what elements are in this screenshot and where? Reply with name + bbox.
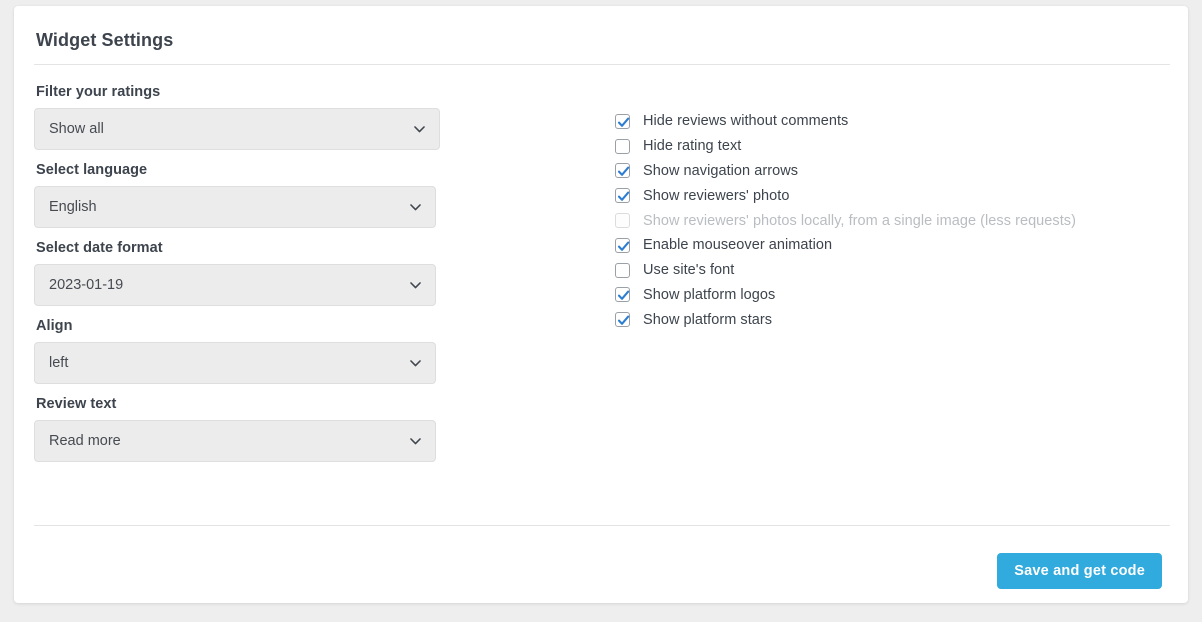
select-select-date-format[interactable]: 2023-01-19: [34, 264, 436, 306]
checkbox-checked-icon[interactable]: [615, 114, 630, 129]
label-filter-ratings: Filter your ratings: [36, 84, 464, 100]
label-review-text: Review text: [36, 396, 464, 412]
field-group-filter-ratings: Filter your ratings Show all: [34, 84, 464, 150]
option-label-show-platform-stars: Show platform stars: [643, 312, 772, 328]
checkbox-checked-icon[interactable]: [615, 312, 630, 327]
option-row-show-reviewers-photo[interactable]: Show reviewers' photo: [615, 183, 1155, 208]
option-row-enable-mouseover-animation[interactable]: Enable mouseover animation: [615, 233, 1155, 258]
option-label-hide-rating-text: Hide rating text: [643, 138, 741, 154]
field-group-align: Align left: [34, 318, 464, 384]
checkbox-unchecked-icon[interactable]: [615, 263, 630, 278]
widget-settings-card: Widget Settings Filter your ratings Show …: [14, 6, 1188, 603]
settings-left-column: Filter your ratings Show all Select langua…: [34, 84, 464, 474]
select-value-select-date-format: 2023-01-19: [49, 265, 123, 305]
chevron-down-icon: [414, 126, 425, 133]
option-row-show-platform-logos[interactable]: Show platform logos: [615, 283, 1155, 308]
checkbox-unchecked-icon: [615, 213, 630, 228]
option-label-hide-reviews-without-comments: Hide reviews without comments: [643, 113, 848, 129]
label-select-language: Select language: [36, 162, 464, 178]
option-label-enable-mouseover-animation: Enable mouseover animation: [643, 237, 832, 253]
option-row-show-platform-stars[interactable]: Show platform stars: [615, 307, 1155, 332]
option-label-show-platform-logos: Show platform logos: [643, 287, 775, 303]
chevron-down-icon: [410, 282, 421, 289]
field-group-select-language: Select language English: [34, 162, 464, 228]
footer-divider: [34, 525, 1170, 526]
option-label-show-reviewers-photos-locally: Show reviewers' photos locally, from a s…: [643, 213, 1076, 229]
option-row-show-navigation-arrows[interactable]: Show navigation arrows: [615, 159, 1155, 184]
page-title: Widget Settings: [36, 30, 173, 51]
label-align: Align: [36, 318, 464, 334]
checkbox-checked-icon[interactable]: [615, 163, 630, 178]
select-value-select-language: English: [49, 187, 97, 227]
select-value-review-text: Read more: [49, 421, 121, 461]
select-align[interactable]: left: [34, 342, 436, 384]
option-label-show-reviewers-photo: Show reviewers' photo: [643, 188, 789, 204]
checkbox-unchecked-icon[interactable]: [615, 139, 630, 154]
option-row-show-reviewers-photos-locally: Show reviewers' photos locally, from a s…: [615, 208, 1155, 233]
label-select-date-format: Select date format: [36, 240, 464, 256]
field-group-review-text: Review text Read more: [34, 396, 464, 462]
select-value-filter-ratings: Show all: [49, 109, 104, 149]
chevron-down-icon: [410, 360, 421, 367]
field-group-select-date-format: Select date format 2023-01-19: [34, 240, 464, 306]
option-row-hide-reviews-without-comments[interactable]: Hide reviews without comments: [615, 109, 1155, 134]
option-label-show-navigation-arrows: Show navigation arrows: [643, 163, 798, 179]
option-row-use-sites-font[interactable]: Use site's font: [615, 258, 1155, 283]
save-and-get-code-button[interactable]: Save and get code: [997, 553, 1162, 589]
select-select-language[interactable]: English: [34, 186, 436, 228]
checkbox-checked-icon[interactable]: [615, 287, 630, 302]
option-label-use-sites-font: Use site's font: [643, 262, 734, 278]
settings-body: Filter your ratings Show all Select langua…: [14, 64, 1188, 525]
checkbox-checked-icon[interactable]: [615, 188, 630, 203]
chevron-down-icon: [410, 438, 421, 445]
select-value-align: left: [49, 343, 68, 383]
card-header: Widget Settings: [14, 6, 1188, 64]
select-filter-ratings[interactable]: Show all: [34, 108, 440, 150]
settings-options-column: Hide reviews without comments Hide rating…: [615, 109, 1155, 332]
checkbox-checked-icon[interactable]: [615, 238, 630, 253]
option-row-hide-rating-text[interactable]: Hide rating text: [615, 134, 1155, 159]
select-review-text[interactable]: Read more: [34, 420, 436, 462]
chevron-down-icon: [410, 204, 421, 211]
